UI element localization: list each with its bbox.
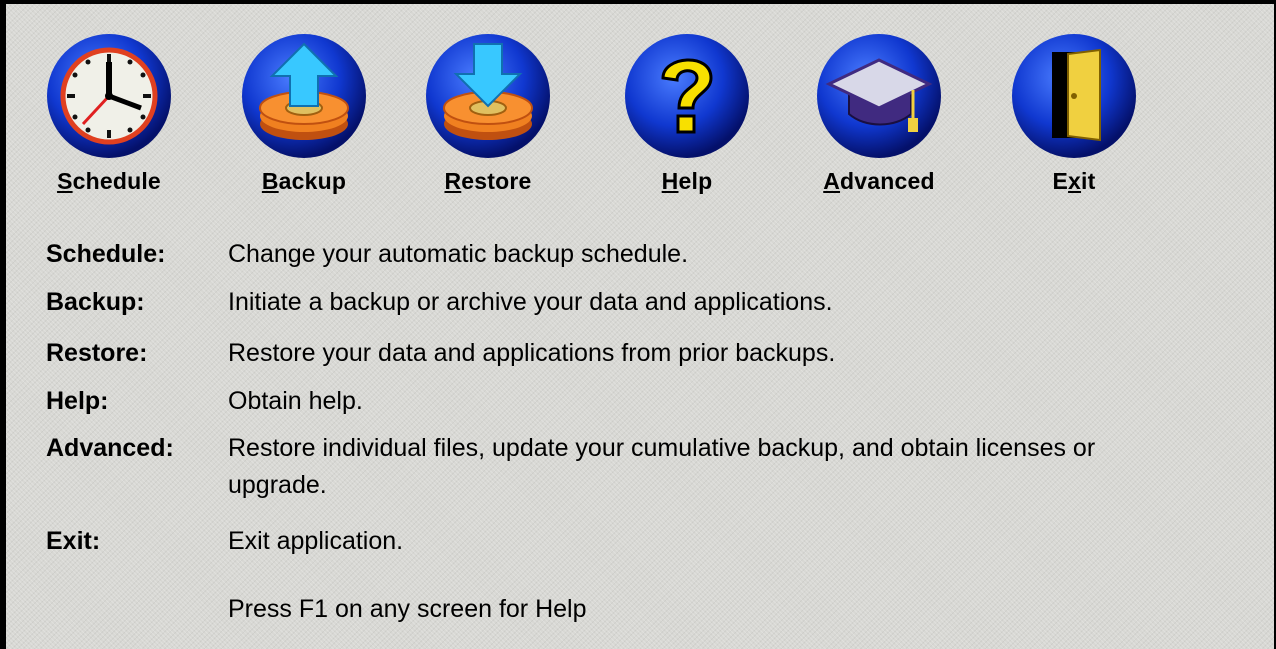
- description-term: Restore:: [46, 339, 148, 367]
- question-mark-icon: [625, 34, 749, 158]
- description-text: Change your automatic backup schedule.: [228, 240, 689, 268]
- backup-arrow-up-icon: [242, 34, 366, 158]
- backup-label-rest: ackup: [278, 168, 347, 194]
- description-term: Advanced:: [46, 434, 174, 462]
- description-row-exit: Exit: Exit application.: [46, 523, 1246, 560]
- help-button[interactable]: Help: [612, 32, 762, 210]
- schedule-label: Schedule: [57, 168, 161, 195]
- door-icon: [1012, 34, 1136, 158]
- description-row-restore: Restore: Restore your data and applicati…: [46, 335, 1246, 372]
- advanced-label-rest: dvanced: [840, 168, 935, 194]
- advanced-mnemonic: A: [823, 168, 841, 194]
- backup-mnemonic: B: [261, 168, 279, 194]
- restore-arrow-down-icon: [426, 34, 550, 158]
- description-text: Initiate a backup or archive your data a…: [228, 288, 833, 316]
- backup-button[interactable]: Backup: [229, 32, 379, 210]
- advanced-button[interactable]: Advanced: [804, 32, 954, 210]
- exit-button[interactable]: Exit: [999, 32, 1149, 210]
- description-row-advanced: Advanced: Restore individual files, upda…: [46, 430, 1246, 504]
- help-mnemonic: H: [661, 168, 679, 194]
- exit-mnemonic: x: [1068, 168, 1082, 194]
- description-text: Restore individual files, update your cu…: [228, 434, 1096, 499]
- schedule-label-rest: chedule: [72, 168, 161, 194]
- help-label: Help: [662, 168, 713, 195]
- description-text: Restore your data and applications from …: [228, 339, 836, 367]
- schedule-mnemonic: S: [57, 168, 73, 194]
- description-text: Exit application.: [228, 527, 404, 555]
- description-term: Backup:: [46, 288, 145, 316]
- description-term: Exit:: [46, 527, 101, 555]
- graduation-cap-icon: [817, 34, 941, 158]
- f1-help-hint: Press F1 on any screen for Help: [228, 595, 587, 623]
- restore-label: Restore: [444, 168, 531, 195]
- description-row-schedule: Schedule: Change your automatic backup s…: [46, 236, 1246, 273]
- exit-label: Exit: [1053, 168, 1096, 195]
- description-text: Obtain help.: [228, 387, 363, 415]
- description-term: Schedule:: [46, 240, 166, 268]
- backup-label: Backup: [262, 168, 346, 195]
- restore-label-rest: estore: [461, 168, 532, 194]
- exit-label-rest: it: [1081, 168, 1096, 194]
- description-row-help: Help: Obtain help.: [46, 383, 1246, 420]
- exit-label-pre: E: [1052, 168, 1069, 194]
- restore-button[interactable]: Restore: [413, 32, 563, 210]
- description-row-backup: Backup: Initiate a backup or archive you…: [46, 284, 1246, 321]
- help-label-rest: elp: [678, 168, 713, 194]
- restore-mnemonic: R: [444, 168, 462, 194]
- schedule-button[interactable]: Schedule: [34, 32, 184, 210]
- clock-icon: [47, 34, 171, 158]
- main-menu-panel: Schedule Backup Restore Help Advanced Ex…: [0, 0, 1276, 649]
- advanced-label: Advanced: [823, 168, 935, 195]
- description-term: Help:: [46, 387, 109, 415]
